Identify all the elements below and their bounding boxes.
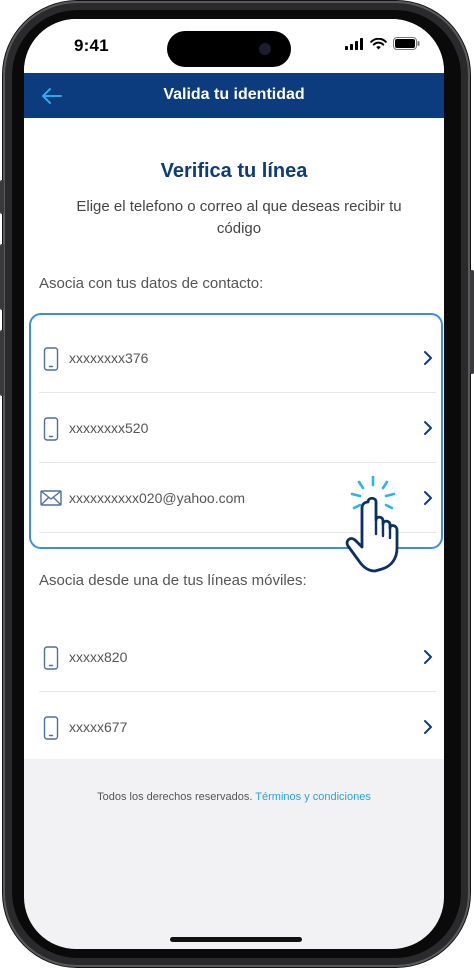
status-bar: 9:41 xyxy=(24,19,444,73)
battery-icon xyxy=(393,37,420,50)
main-content: Verifica tu línea Elige el telefono o co… xyxy=(24,118,444,759)
contact-option-text: xxxxxxxxxx020@yahoo.com xyxy=(69,490,246,506)
chevron-right-icon xyxy=(422,718,434,741)
volume-down-button xyxy=(0,330,4,396)
tap-hand-icon xyxy=(345,475,399,573)
mail-icon xyxy=(40,490,62,511)
phone-icon xyxy=(43,646,59,675)
chevron-right-icon xyxy=(422,489,434,512)
status-time: 9:41 xyxy=(74,36,109,55)
phone-icon xyxy=(43,716,59,745)
phone-icon xyxy=(43,417,59,446)
contact-section-label: Asocia con tus datos de contacto: xyxy=(39,275,264,292)
wifi-icon xyxy=(370,37,387,49)
chevron-right-icon xyxy=(422,648,434,671)
status-icons xyxy=(345,37,420,50)
terms-link[interactable]: Términos y condiciones xyxy=(255,791,371,803)
contact-option-row[interactable]: xxxxxxxx376 xyxy=(39,323,436,393)
contact-option-text: xxxxxxxx520 xyxy=(69,420,149,436)
chevron-right-icon xyxy=(422,349,434,372)
volume-up-button xyxy=(0,244,4,310)
page-title: Verifica tu línea xyxy=(160,160,308,182)
chevron-right-icon xyxy=(422,419,434,442)
signal-icon xyxy=(345,37,363,50)
contact-option-row[interactable]: xxxxxxxx520 xyxy=(39,393,436,463)
camera-icon xyxy=(259,43,271,55)
mobile-line-row[interactable]: xxxxx677 xyxy=(39,692,436,762)
power-button xyxy=(470,270,474,374)
contact-option-text: xxxxxxxx376 xyxy=(69,350,149,366)
header-title: Valida tu identidad xyxy=(163,86,305,103)
app-header: Valida tu identidad xyxy=(24,73,444,118)
phone-icon xyxy=(43,347,59,376)
mobile-section-label: Asocia desde una de tus líneas móviles: xyxy=(39,572,307,589)
footer-text: Todos los derechos reservados. xyxy=(97,791,253,803)
dynamic-island xyxy=(167,31,291,67)
home-indicator xyxy=(170,937,302,942)
mobile-line-text: xxxxx820 xyxy=(69,649,128,665)
footer: Todos los derechos reservados. Términos … xyxy=(24,791,444,803)
page-subtitle: Elige el telefono o correo al que deseas… xyxy=(76,198,402,237)
action-button xyxy=(0,180,4,214)
mobile-line-row[interactable]: xxxxx820 xyxy=(39,622,436,692)
mobile-line-text: xxxxx677 xyxy=(69,719,128,735)
